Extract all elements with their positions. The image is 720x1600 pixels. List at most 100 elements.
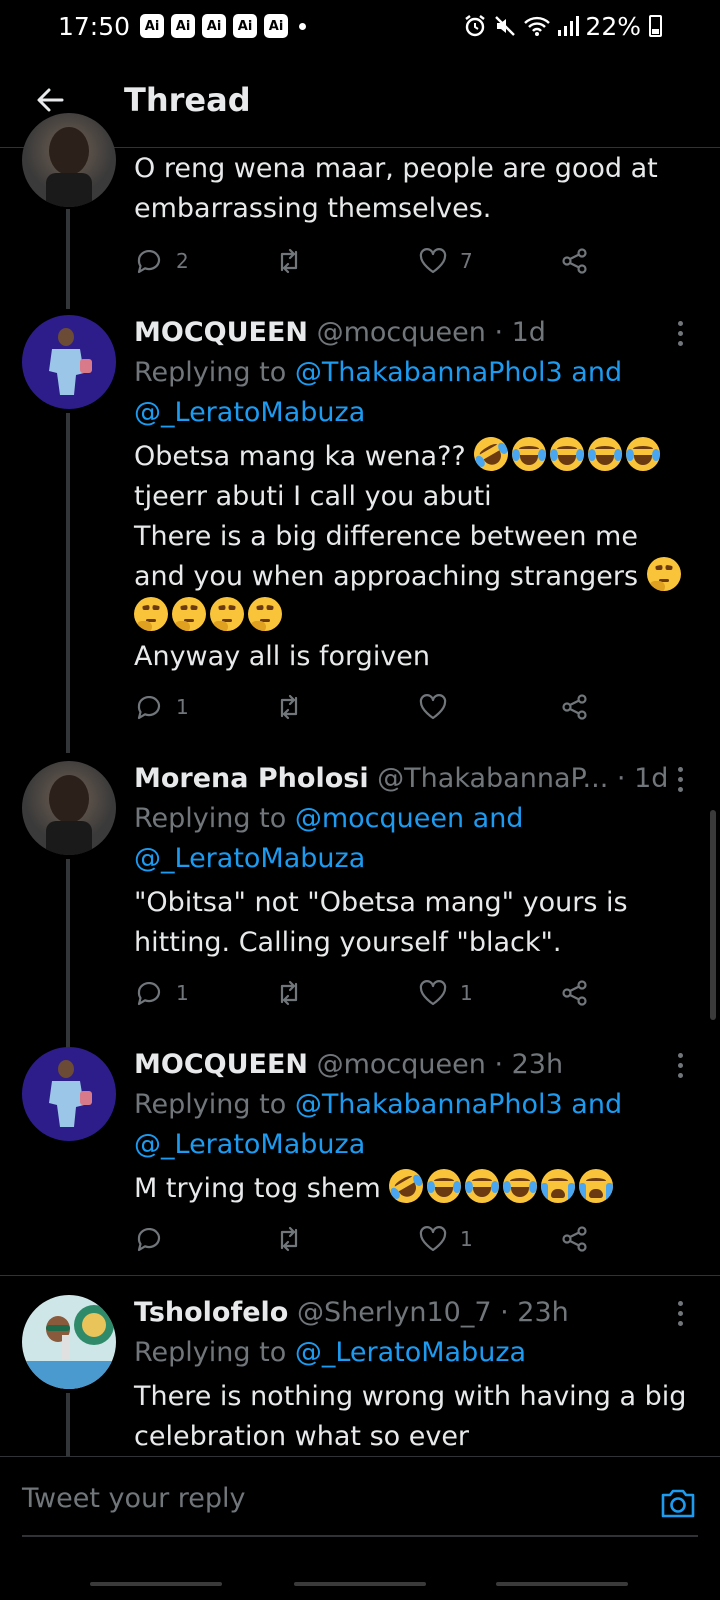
reply-composer: Tweet your reply [0,1456,720,1560]
mention-link[interactable]: @_LeratoMabuza [134,1129,365,1160]
retweet-button[interactable] [274,978,304,1008]
nav-recents-button[interactable] [90,1582,222,1586]
sob-emoji-icon [579,1169,614,1203]
status-icons: 22% [463,0,662,52]
mention-link[interactable]: @_LeratoMabuza [134,397,365,428]
ai-badge-icon: Ai [233,14,258,38]
thread-line [66,1393,70,1456]
nav-back-button[interactable] [496,1582,628,1586]
share-button[interactable] [560,246,590,276]
nav-home-button[interactable] [294,1582,426,1586]
camera-button[interactable] [658,1483,698,1523]
mention-link[interactable]: @_LeratoMabuza [295,1337,526,1368]
avatar[interactable] [22,315,116,409]
like-button[interactable]: 1 [418,1224,473,1254]
more-options-button[interactable] [670,313,690,353]
share-icon [562,248,587,274]
tweet-time: · 1d [494,317,546,348]
mention-link[interactable]: @ThakabannaPhol3 and [295,1089,622,1120]
share-button[interactable] [560,692,590,722]
retweet-icon [280,248,298,274]
tweet[interactable]: Morena Pholosi @ThakabannaP... · 1d Repl… [0,759,720,1049]
like-button[interactable]: 7 [418,246,473,276]
tweet-text: There is nothing wrong with having a big… [134,1381,687,1452]
tweet-text: "Obitsa" not "Obetsa mang" yours is hitt… [134,887,628,958]
tweet[interactable]: O reng wena maar, people are good at emb… [0,113,720,309]
signal-icon [558,16,580,36]
arrow-left-icon [37,88,64,111]
more-options-button[interactable] [670,1293,690,1333]
reply-icon [137,249,161,274]
reply-button[interactable]: 2 [134,246,189,276]
avatar-photo [46,127,92,207]
tweet-header: MOCQUEEN @mocqueen · 23h [134,1045,690,1085]
tweet-time: · 23h [494,1049,564,1080]
avatar[interactable] [22,761,116,855]
like-button[interactable] [418,692,448,722]
more-options-button[interactable] [670,759,690,799]
avatar[interactable] [22,1047,116,1141]
retweet-button[interactable] [274,692,304,722]
share-icon [562,694,587,720]
more-options-button[interactable] [670,1045,690,1085]
reply-input[interactable]: Tweet your reply [22,1479,622,1519]
tweet-actions: 1 [134,687,604,727]
retweet-button[interactable] [274,246,304,276]
reply-button[interactable]: 1 [134,978,189,1008]
display-name[interactable]: Morena Pholosi [134,763,369,794]
reply-count: 1 [176,981,189,1005]
share-button[interactable] [560,1224,590,1254]
avatar-photo [49,1060,92,1127]
mention-link[interactable]: @ThakabannaPhol3 and [295,357,622,388]
user-handle[interactable]: @mocqueen [317,317,486,348]
ai-badge-icon: Ai [264,14,289,38]
battery-icon [649,15,662,37]
share-button[interactable] [560,978,590,1008]
heart-icon [419,1226,447,1252]
tweet-actions: 1 1 [134,973,604,1013]
retweet-icon [280,694,298,720]
like-count: 7 [460,249,473,273]
mute-icon [495,16,516,36]
avatar-photo [49,328,92,395]
alarm-icon [465,15,486,37]
user-handle[interactable]: @mocqueen [317,1049,486,1080]
display-name[interactable]: MOCQUEEN [134,317,308,348]
avatar[interactable] [22,113,116,207]
heart-icon [419,980,447,1006]
heart-icon [419,248,447,274]
tweet-actions: 1 [134,1219,604,1259]
thinking-emoji-icon [210,597,244,631]
status-bar: 17:50 Ai Ai Ai Ai Ai 22% [0,0,720,52]
retweet-icon [280,980,298,1006]
share-icon [562,980,587,1006]
wifi-icon [524,16,551,36]
reply-button[interactable] [134,1224,164,1254]
replying-to: Replying to @_LeratoMabuza [134,1337,527,1368]
reply-icon [137,695,161,720]
status-time: 17:50 [58,11,131,41]
scrollbar[interactable] [710,810,716,1020]
user-handle[interactable]: @Sherlyn10_7 [297,1297,492,1328]
share-icon [562,1226,587,1252]
thread-separator [0,1275,720,1276]
replying-to: Replying to @ThakabannaPhol3 and @_Lerat… [134,357,623,428]
user-handle[interactable]: @ThakabannaP... [377,763,608,794]
like-count: 1 [460,981,473,1005]
tweet[interactable]: MOCQUEEN @mocqueen · 1d Replying to @Tha… [0,313,720,753]
thinking-emoji-icon [646,557,681,591]
display-name[interactable]: Tsholofelo [134,1297,288,1328]
reply-button[interactable]: 1 [134,692,189,722]
tweet[interactable]: Tsholofelo @Sherlyn10_7 · 23h Replying t… [0,1293,720,1456]
display-name[interactable]: MOCQUEEN [134,1049,308,1080]
sob-emoji-icon [541,1169,576,1203]
like-button[interactable]: 1 [418,978,473,1008]
retweet-button[interactable] [274,1224,304,1254]
mention-link[interactable]: @mocqueen and [295,803,524,834]
thinking-emoji-icon [172,597,206,631]
tweet[interactable]: MOCQUEEN @mocqueen · 23h Replying to @Th… [0,1045,720,1275]
thinking-emoji-icon [134,597,168,631]
mention-link[interactable]: @_LeratoMabuza [134,843,365,874]
tweet-actions: 2 7 [134,241,604,281]
avatar[interactable] [22,1295,116,1389]
